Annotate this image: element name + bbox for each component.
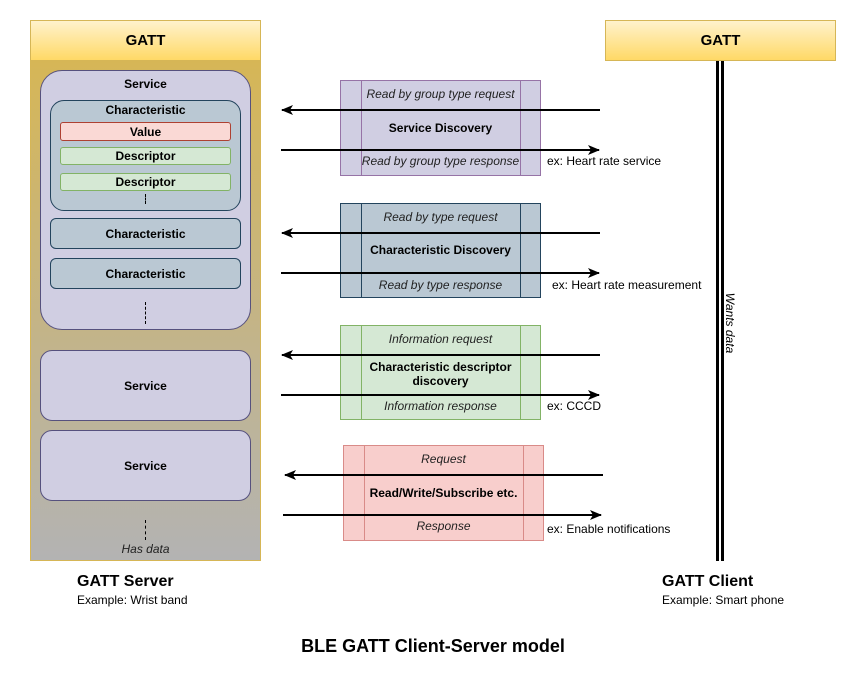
exchange-example: ex: Heart rate service [547,154,662,168]
exchange-example: ex: CCCD [547,399,602,413]
request-label: Read by type request [383,210,498,224]
diagram-title: BLE GATT Client-Server model [301,635,565,656]
service-label: Service [124,458,167,473]
exchange-example: ex: Heart rate measurement [552,278,702,292]
exchange-title: Service Discovery [388,121,493,135]
more-services-ellipsis [145,520,146,540]
value-attribute: Value [60,122,231,141]
characteristic-expanded-label: Characteristic [105,103,186,117]
characteristic-collapsed: Characteristic [50,218,241,249]
client-lifeline-label: Wants data [722,292,737,354]
characteristic-label: Characteristic [105,266,186,281]
service-expanded-label: Service [124,77,167,91]
service-label: Service [124,378,167,393]
descriptor-attribute: Descriptor [60,147,231,165]
descriptor-label: Descriptor [115,175,176,189]
response-label: Response [416,519,471,533]
client-role-example: Example: Smart phone [662,593,785,607]
descriptor-attribute: Descriptor [60,173,231,191]
server-gatt-header-label: GATT [125,32,166,49]
client-lifeline-label-wrap: Wants data [680,293,780,353]
exchange-title: Characteristic Discovery [370,243,511,257]
exchange-title: Read/Write/Subscribe etc. [369,486,518,500]
server-role-example: Example: Wrist band [77,593,188,607]
response-label: Read by type response [378,278,503,292]
server-role-title: GATT Server [77,573,174,590]
request-label: Information request [388,332,493,346]
exchange-title: Characteristic descriptor discovery [369,360,512,388]
more-descriptors-ellipsis [145,194,146,204]
client-gatt-header: GATT [605,20,836,61]
response-label: Read by group type response [361,154,520,168]
server-gatt-header: GATT [30,20,261,61]
characteristic-label: Characteristic [105,226,186,241]
request-label: Request [421,452,466,466]
client-gatt-header-label: GATT [700,32,741,49]
response-label: Information response [384,399,497,413]
service-collapsed: Service [40,430,251,501]
service-collapsed: Service [40,350,251,421]
characteristic-collapsed: Characteristic [50,258,241,289]
exchange-example: ex: Enable notifications [547,522,671,536]
value-label: Value [129,124,162,139]
request-label: Read by group type request [366,87,515,101]
descriptor-label: Descriptor [115,149,176,163]
server-footer-label: Has data [121,542,170,556]
more-characteristics-ellipsis [145,302,146,324]
client-role-title: GATT Client [662,573,754,590]
